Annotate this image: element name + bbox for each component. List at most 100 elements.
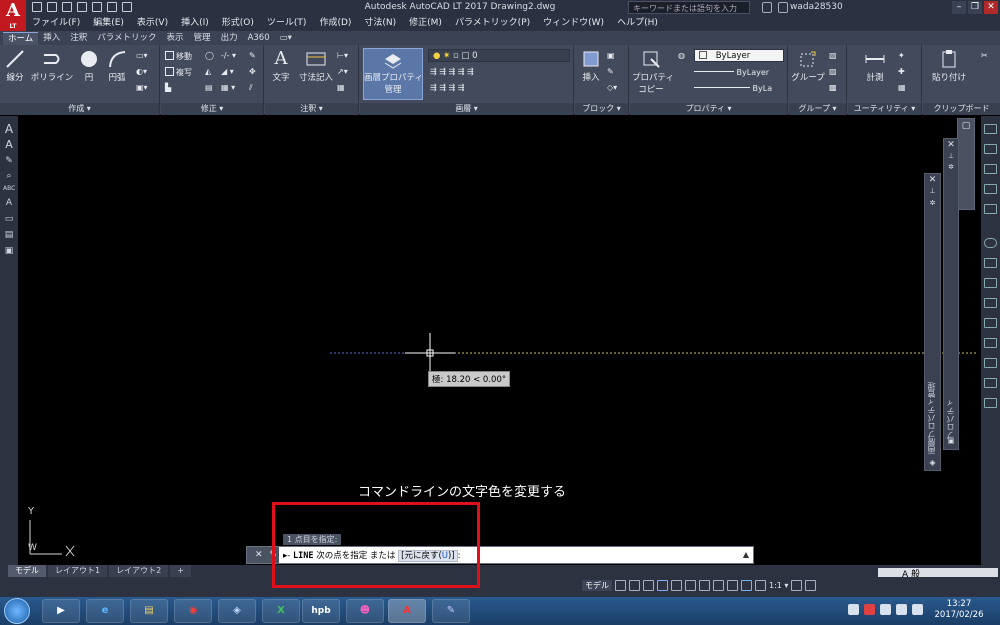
menu-format[interactable]: 形式(O) xyxy=(216,16,261,31)
text-align-icon[interactable]: ▤ xyxy=(3,230,15,240)
tray-flag-icon[interactable] xyxy=(880,604,891,615)
osnap-nearest-icon[interactable] xyxy=(984,378,997,388)
group-edit-icon[interactable]: ▨ xyxy=(829,67,837,76)
text-scale-icon[interactable]: A xyxy=(3,198,15,208)
application-menu-button[interactable]: A LT xyxy=(0,0,26,31)
menu-view[interactable]: 表示(V) xyxy=(131,16,175,31)
tray-antivirus-icon[interactable] xyxy=(864,604,875,615)
tab-layout1[interactable]: レイアウト1 xyxy=(48,565,108,577)
insert-block-tool[interactable]: 挿入 xyxy=(579,49,603,83)
customize-icon[interactable] xyxy=(805,580,817,591)
find-text-icon[interactable]: ⌕ xyxy=(3,171,15,181)
taskbar-autocad[interactable]: A xyxy=(388,599,426,623)
linetype-dropdown[interactable]: ByLayer xyxy=(694,68,784,79)
close-button[interactable]: ✕ xyxy=(984,1,998,14)
osnap-quadrant-icon[interactable] xyxy=(984,258,997,268)
layer-palette-label[interactable]: 画層プロパティ管理 xyxy=(926,374,940,454)
osnap-parallel-icon[interactable] xyxy=(984,318,997,328)
osnap-tangent-icon[interactable] xyxy=(984,278,997,288)
osnap-center-icon[interactable] xyxy=(984,238,997,248)
paste-tool[interactable]: 貼り付け xyxy=(927,49,971,83)
menu-window[interactable]: ウィンドウ(W) xyxy=(537,16,611,31)
layer-palette-settings-icon[interactable]: ✲ xyxy=(925,199,940,207)
layer-palette-pin-icon[interactable]: ⊥ xyxy=(925,187,940,195)
user-icon[interactable] xyxy=(778,2,788,13)
start-button[interactable] xyxy=(4,598,30,624)
mirror-icon[interactable]: ◭ xyxy=(205,67,211,76)
rectangle-icon[interactable]: ▭▾ xyxy=(136,51,148,60)
annotation-visibility-icon[interactable] xyxy=(741,580,752,591)
command-option-undo[interactable]: [元に戻す(U)] xyxy=(398,550,458,562)
menu-tools[interactable]: ツール(T) xyxy=(261,16,314,31)
attribute-icon[interactable]: ◇▾ xyxy=(607,83,617,92)
edit-text-icon[interactable]: ✎ xyxy=(3,156,15,166)
menu-draw[interactable]: 作成(D) xyxy=(313,16,358,31)
layer-palette-close-button[interactable]: ✕ xyxy=(925,175,940,185)
text-style-icon[interactable]: A xyxy=(3,123,15,135)
linear-dim-icon[interactable]: ⊢▾ xyxy=(337,51,348,60)
layer-tools-row2[interactable]: ⇶ ⇶ ⇶ ⇶ xyxy=(430,83,464,92)
isodraft-icon[interactable] xyxy=(671,580,682,591)
leader-icon[interactable]: ↗▾ xyxy=(337,67,348,76)
taskbar-chrome[interactable]: ◉ xyxy=(174,599,212,623)
tab-annotate[interactable]: 注釈 xyxy=(65,32,92,45)
polyline-tool[interactable]: ポリライン xyxy=(30,49,74,83)
osnap-apparent-icon[interactable] xyxy=(984,184,997,194)
open-file-icon[interactable] xyxy=(47,2,57,12)
ungroup-icon[interactable]: ▧ xyxy=(829,51,837,60)
object-snap-icon[interactable] xyxy=(699,580,710,591)
boundary-icon[interactable]: ▣▾ xyxy=(136,83,148,92)
user-name[interactable]: wada28530 xyxy=(790,2,843,12)
taskbar-character-app[interactable]: ☻ xyxy=(346,599,384,623)
line-tool[interactable]: 線分 xyxy=(4,49,26,83)
panel-clipboard-title[interactable]: クリップボード xyxy=(923,103,1000,115)
panel-utilities-title[interactable]: ユーティリティ ▾ xyxy=(848,103,921,115)
auto-scale-icon[interactable] xyxy=(755,580,766,591)
taskbar-excel[interactable]: X xyxy=(262,599,300,623)
tab-insert[interactable]: 挿入 xyxy=(38,32,65,45)
system-clock[interactable]: 13:27 2017/02/26 xyxy=(930,599,988,621)
lineweight-display-icon[interactable] xyxy=(713,580,724,591)
scale-icon[interactable]: ▤ xyxy=(205,83,213,92)
osnap-intersection-icon[interactable] xyxy=(984,164,997,174)
group-tool[interactable]: グループ xyxy=(791,49,825,83)
panel-layers-title[interactable]: 画層 ▾ xyxy=(360,103,573,115)
table-icon[interactable]: ▦ xyxy=(337,83,345,92)
search-input[interactable]: キーワードまたは語句を入力 xyxy=(628,1,750,14)
id-point-icon[interactable]: ✚ xyxy=(898,67,905,76)
color-wheel-icon[interactable]: ◍ xyxy=(678,51,685,60)
stretch-icon[interactable]: ▙ xyxy=(165,83,171,92)
undo-icon[interactable] xyxy=(107,2,117,12)
layer-dropdown[interactable]: ● ✷ ▫ □ 0 xyxy=(428,49,570,62)
print-icon[interactable] xyxy=(92,2,102,12)
lineweight-dropdown[interactable]: ByLa xyxy=(694,84,784,95)
tray-network-icon[interactable] xyxy=(896,604,907,615)
osnap-endpoint-icon[interactable] xyxy=(984,124,997,134)
taskbar-thunderbird[interactable]: ◈ xyxy=(218,599,256,623)
model-space-button[interactable]: モデル xyxy=(582,580,612,591)
layer-palette-icon[interactable]: ◈ xyxy=(925,458,940,467)
properties-palette-close-button[interactable]: ✕ xyxy=(944,140,958,150)
palette-strip-icon[interactable]: ▢ xyxy=(958,121,974,131)
panel-groups-title[interactable]: グループ ▾ xyxy=(789,103,846,115)
panel-properties-title[interactable]: プロパティ ▾ xyxy=(630,103,787,115)
tab-featured-apps[interactable]: ▭▾ xyxy=(275,32,297,45)
grid-icon[interactable] xyxy=(615,580,626,591)
move-tool[interactable]: 移動 xyxy=(165,51,192,62)
menu-parametric[interactable]: パラメトリック(P) xyxy=(449,16,537,31)
text-tool[interactable]: A 文字 xyxy=(269,49,293,84)
osnap-none-icon[interactable] xyxy=(984,398,997,408)
menu-file[interactable]: ファイル(F) xyxy=(26,16,87,31)
layer-tools-row1[interactable]: ⇶ ⇶ ⇶ ⇶ ⇶ xyxy=(430,67,474,76)
panel-annotation-title[interactable]: 注釈 ▾ xyxy=(265,103,358,115)
tray-arrow-icon[interactable] xyxy=(848,604,859,615)
annotation-scale[interactable]: 1:1 ▾ xyxy=(769,581,788,590)
save-icon[interactable] xyxy=(62,2,72,12)
tab-home[interactable]: ホーム xyxy=(3,32,39,45)
taskbar-internet-explorer[interactable]: e xyxy=(86,599,124,623)
polar-icon[interactable] xyxy=(657,580,668,591)
match-properties-tool[interactable]: プロパティ コピー xyxy=(632,49,674,95)
quick-select-icon[interactable]: ✦ xyxy=(898,51,905,60)
ortho-icon[interactable] xyxy=(643,580,654,591)
trim-icon[interactable]: -/- ▾ xyxy=(221,51,236,60)
